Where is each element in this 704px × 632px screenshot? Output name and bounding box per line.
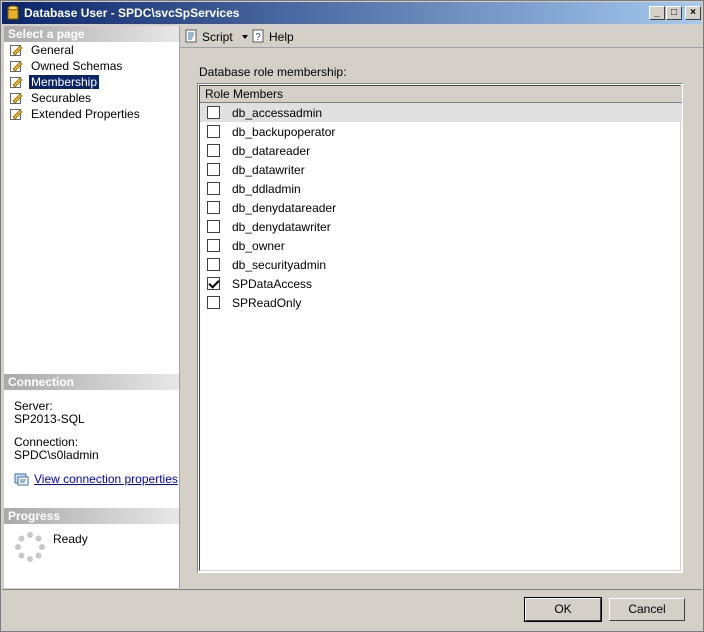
title-bar[interactable]: Database User - SPDC\svcSpServices _ □ × [2, 2, 702, 24]
page-icon [10, 61, 23, 72]
script-button[interactable]: Script [184, 29, 249, 45]
role-membership-label: Database role membership: [199, 65, 347, 79]
chevron-down-icon[interactable] [242, 35, 249, 39]
script-icon [185, 29, 197, 43]
role-name: SPDataAccess [232, 277, 313, 291]
role-checkbox[interactable] [207, 201, 220, 214]
server-value: SP2013-SQL [14, 412, 85, 426]
role-name: db_ddladmin [232, 182, 301, 196]
maximize-button[interactable]: □ [666, 6, 682, 20]
role-name: db_owner [232, 239, 285, 253]
role-name: db_accessadmin [232, 106, 323, 120]
left-pane: Select a page General Owned Schemas Memb… [4, 26, 180, 588]
page-item-label: General [31, 43, 74, 57]
table-row[interactable]: db_datareader [200, 141, 682, 160]
table-row[interactable]: db_ddladmin [200, 179, 682, 198]
page-icon [10, 45, 23, 56]
list-inner: Role Members db_accessadmin db_backupoper… [199, 85, 682, 571]
connection-header: Connection [4, 374, 179, 390]
page-item-extended-properties[interactable]: Extended Properties [10, 107, 142, 122]
svg-text:?: ? [255, 32, 261, 43]
page-item-securables[interactable]: Securables [10, 91, 93, 106]
table-row[interactable]: db_denydatareader [200, 198, 682, 217]
role-checkbox[interactable] [207, 125, 220, 138]
database-icon [7, 5, 19, 20]
role-checkbox[interactable] [207, 163, 220, 176]
table-row[interactable]: db_accessadmin [200, 103, 682, 122]
content-panel: Database role membership: Role Members d… [180, 48, 702, 588]
role-name: db_datareader [232, 144, 311, 158]
role-name: db_backupoperator [232, 125, 336, 139]
properties-icon [14, 473, 29, 486]
table-row[interactable]: db_datawriter [200, 160, 682, 179]
script-label: Script [202, 30, 233, 44]
page-item-label: Membership [29, 75, 100, 89]
table-row[interactable]: SPReadOnly [200, 293, 682, 312]
role-members-list[interactable]: Role Members db_accessadmin db_backupoper… [197, 83, 683, 573]
help-label: Help [269, 30, 294, 44]
minimize-button[interactable]: _ [649, 6, 665, 20]
page-item-owned-schemas[interactable]: Owned Schemas [10, 59, 124, 74]
page-item-label: Securables [31, 91, 92, 105]
page-item-label: Owned Schemas [31, 59, 123, 73]
select-page-header: Select a page [4, 26, 179, 42]
table-row[interactable]: db_securityadmin [200, 255, 682, 274]
column-header-role-members[interactable]: Role Members [200, 86, 682, 103]
table-row[interactable]: db_owner [200, 236, 682, 255]
role-name: db_denydatareader [232, 201, 337, 215]
role-checkbox[interactable] [207, 182, 220, 195]
cancel-button[interactable]: Cancel [609, 598, 685, 621]
role-name: db_denydatawriter [232, 220, 331, 234]
role-checkbox[interactable] [207, 277, 220, 290]
page-icon [10, 77, 23, 88]
role-checkbox[interactable] [207, 239, 220, 252]
role-checkbox[interactable] [207, 296, 220, 309]
progress-spinner-icon [15, 532, 45, 562]
page-item-general[interactable]: General [10, 43, 76, 58]
page-icon [10, 93, 23, 104]
connection-value: SPDC\s0ladmin [14, 448, 99, 462]
help-button[interactable]: ? Help [251, 29, 294, 45]
help-icon: ? [252, 29, 264, 43]
role-checkbox[interactable] [207, 144, 220, 157]
progress-header: Progress [4, 508, 179, 524]
role-checkbox[interactable] [207, 106, 220, 119]
bottom-divider [2, 589, 702, 590]
toolbar: Script ? Help [181, 26, 703, 48]
page-item-label: Extended Properties [31, 107, 140, 121]
close-button[interactable]: × [685, 6, 701, 20]
dialog-window: Database User - SPDC\svcSpServices _ □ ×… [0, 0, 704, 632]
ok-button[interactable]: OK [524, 597, 602, 622]
role-name: db_securityadmin [232, 258, 327, 272]
progress-status: Ready [53, 532, 88, 546]
role-name: SPReadOnly [232, 296, 302, 310]
table-row[interactable]: db_denydatawriter [200, 217, 682, 236]
role-name: db_datawriter [232, 163, 305, 177]
view-connection-properties[interactable]: View connection properties [14, 472, 178, 486]
table-row[interactable]: db_backupoperator [200, 122, 682, 141]
view-connection-properties-link[interactable]: View connection properties [34, 472, 178, 486]
role-checkbox[interactable] [207, 258, 220, 271]
page-item-membership[interactable]: Membership [10, 75, 100, 90]
role-checkbox[interactable] [207, 220, 220, 233]
table-row[interactable]: SPDataAccess [200, 274, 682, 293]
window-title: Database User - SPDC\svcSpServices [24, 6, 240, 20]
page-icon [10, 109, 23, 120]
